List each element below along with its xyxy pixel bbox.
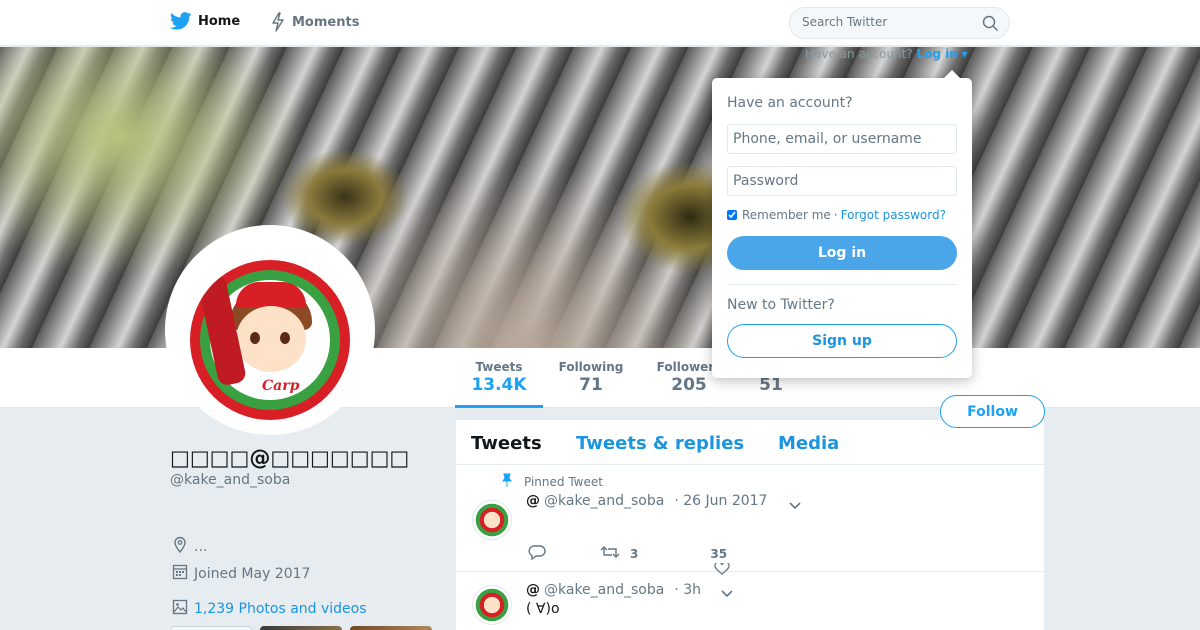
location-pin-icon [172,536,188,558]
remember-row: Remember me · Forgot password? [727,208,946,222]
search-input[interactable] [802,15,972,29]
top-navigation-bar: Home Moments [0,0,1200,46]
calendar-icon [172,563,188,584]
media-thumbnail[interactable] [170,626,252,630]
tweet-avatar[interactable] [472,585,512,625]
tweet-item[interactable]: @ @kake_and_soba · 3h ( ∀)o [456,572,1044,630]
nav-home-label: Home [198,13,241,29]
remember-me-checkbox[interactable] [727,210,737,220]
tweet-handle[interactable]: @kake_and_soba [544,493,664,509]
tab-media[interactable]: Media [778,433,839,454]
pinned-tweet-text: Pinned Tweet [524,474,603,489]
divider [727,284,957,285]
stat-value: 13.4K [471,375,527,395]
tweet-display-name[interactable]: @ [526,582,540,598]
profile-handle[interactable]: @kake_and_soba [170,472,290,488]
profile-avatar[interactable]: Carp [165,225,375,435]
retweet-icon[interactable] [600,544,620,563]
remember-me-label[interactable]: Remember me [742,208,831,222]
tweet-header: @ @kake_and_soba · 3h [526,582,701,598]
separator: · [833,208,838,222]
like-count: 35 [710,546,728,561]
joined-text: Joined May 2017 [194,565,311,582]
timeline: Tweets Tweets & replies Media Pinned Twe… [456,420,1044,630]
avatar-image: Carp [190,260,350,420]
tab-tweets-and-replies[interactable]: Tweets & replies [576,433,744,454]
profile-joined: Joined May 2017 [172,563,310,584]
password-field[interactable] [727,166,957,196]
tweet-item[interactable]: Pinned Tweet @ @kake_and_soba · 26 Jun 2… [456,465,1044,575]
signup-button[interactable]: Sign up [727,324,957,358]
retweet-count: 3 [630,546,639,561]
pinned-label: Pinned Tweet [502,473,603,490]
lightning-bolt-icon [270,12,286,32]
nav-home-link[interactable]: Home [170,12,240,30]
nav-moments-label: Moments [292,14,360,30]
login-button[interactable]: Log in [727,236,957,270]
dropdown-title: Have an account? [727,95,853,111]
chevron-down-icon[interactable] [720,585,734,599]
tweet-avatar[interactable] [472,500,512,540]
location-text: ... [194,539,208,555]
forgot-password-link[interactable]: Forgot password? [841,208,946,222]
caret-down-icon: ▾ [961,47,968,61]
pin-icon [502,473,512,490]
reply-icon[interactable] [528,544,546,563]
tweet-header: @ @kake_and_soba · 26 Jun 2017 [526,493,767,509]
tweet-timestamp[interactable]: · 26 Jun 2017 [674,493,767,509]
stat-following[interactable]: Following 71 [555,360,627,395]
tab-tweets[interactable]: Tweets [471,433,542,454]
stat-value: 205 [671,375,707,395]
new-to-twitter-label: New to Twitter? [727,297,835,313]
chevron-down-icon[interactable] [788,497,802,511]
photo-icon [172,599,188,619]
tweet-text: ( ∀)o [526,601,560,617]
stat-tweets[interactable]: Tweets 13.4K [455,360,543,408]
search-icon[interactable] [982,15,999,36]
photos-videos-text: 1,239 Photos and videos [194,601,367,617]
tweet-timestamp[interactable]: · 3h [674,582,701,598]
stat-label: Following [558,360,624,374]
profile-location: ... [172,536,207,558]
nav-moments-link[interactable]: Moments [270,12,359,32]
stat-value: 51 [759,375,783,395]
banner-login-hint: Have an account? Log in ▾ [805,47,968,61]
stat-value: 71 [579,375,603,395]
photos-videos-link[interactable]: 1,239 Photos and videos [172,599,367,619]
username-field[interactable] [727,124,957,154]
follow-button[interactable]: Follow [940,395,1045,428]
media-thumbnail[interactable] [260,626,342,630]
login-dropdown: Have an account? Remember me · Forgot pa… [712,70,972,378]
tweet-actions: 3 35 [528,544,727,563]
tweet-display-name[interactable]: @ [526,493,540,509]
profile-name: □□□□@□□□□□□□ [170,446,410,470]
search-box [789,7,1010,39]
carp-logo-text: Carp [262,378,300,394]
stat-label: Tweets [475,360,523,374]
media-thumbnails [170,626,432,630]
banner-login-link[interactable]: Log in [916,47,957,61]
media-thumbnail[interactable] [350,626,432,630]
have-account-text: Have an account? [805,47,913,61]
tweet-handle[interactable]: @kake_and_soba [544,582,664,598]
twitter-bird-icon [170,12,192,30]
